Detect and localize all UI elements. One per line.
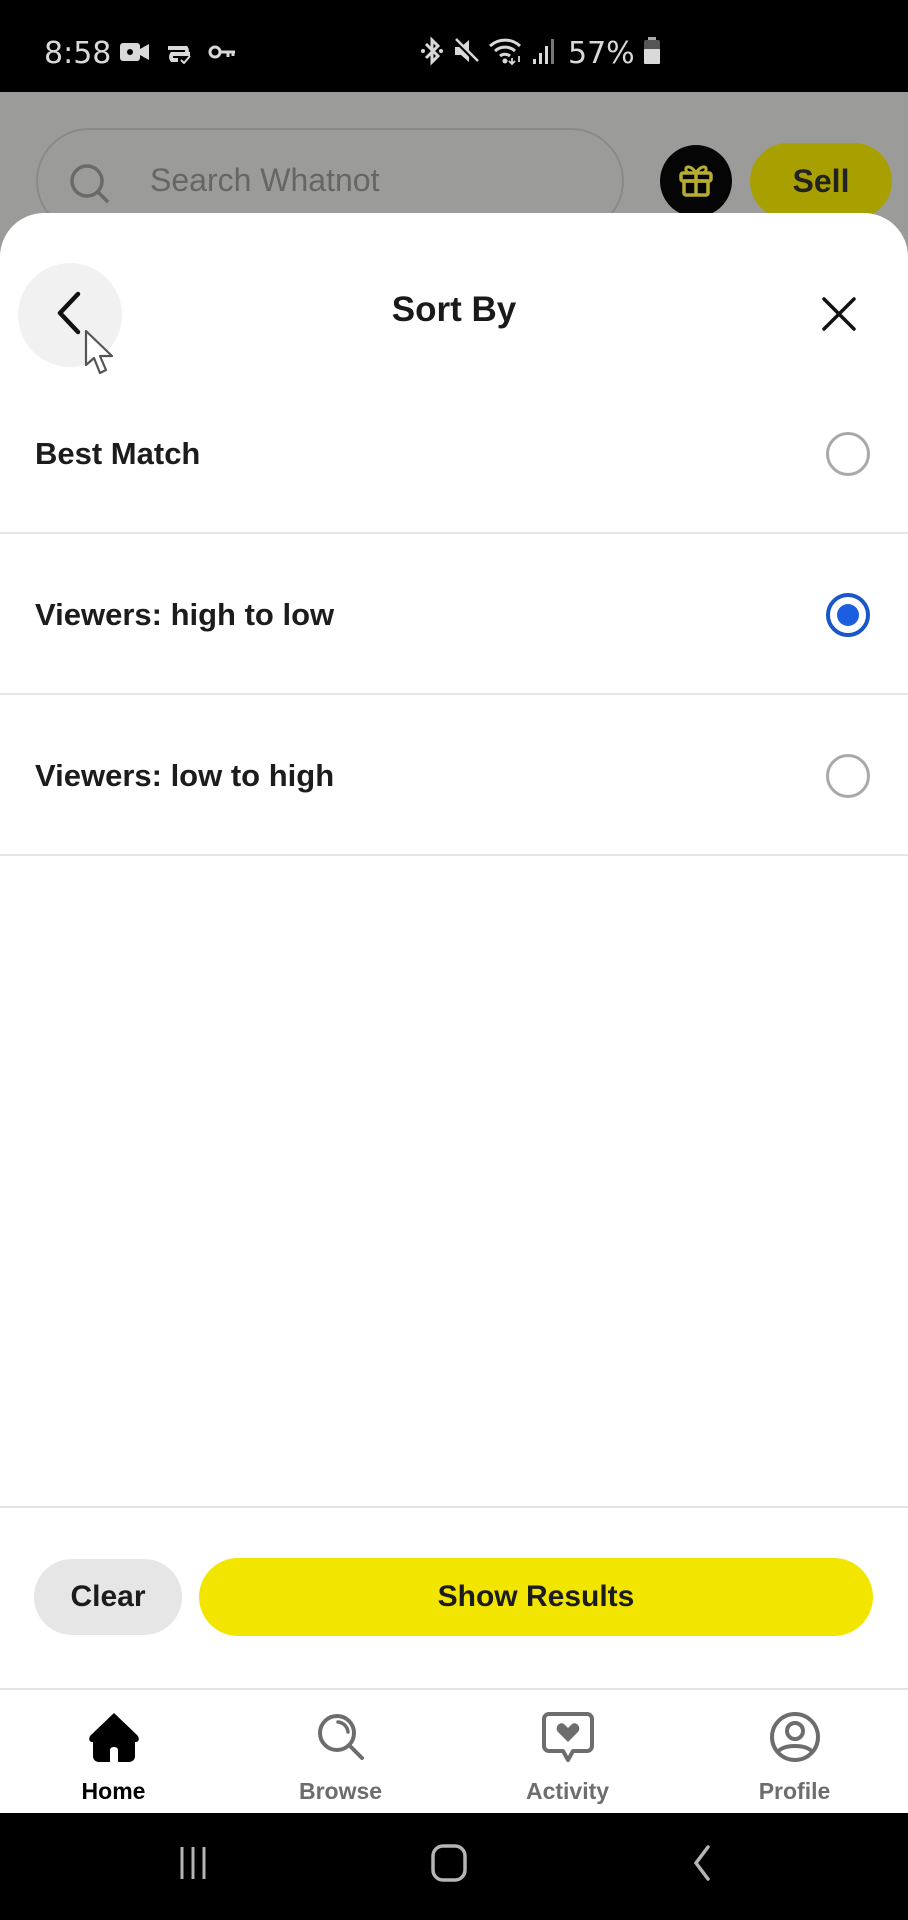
sort-by-sheet: Sort By Best Match Viewers: high to low … <box>0 213 908 1688</box>
profile-icon <box>768 1710 822 1769</box>
tab-home[interactable]: Home <box>0 1690 227 1815</box>
key-icon <box>208 44 236 65</box>
wifi-icon <box>488 36 524 71</box>
radio-button[interactable] <box>826 754 870 798</box>
show-results-button[interactable]: Show Results <box>199 1558 873 1636</box>
clear-button[interactable]: Clear <box>34 1559 182 1635</box>
battery-percent: 57% <box>568 36 635 71</box>
signal-icon <box>532 37 556 70</box>
tab-activity[interactable]: Activity <box>454 1690 681 1815</box>
sort-option-viewers-low-to-high[interactable]: Viewers: low to high <box>0 695 908 856</box>
tab-label: Home <box>81 1778 146 1804</box>
sort-options-list: Best Match Viewers: high to low Viewers:… <box>0 373 908 856</box>
tab-label: Browse <box>298 1778 383 1804</box>
mute-icon <box>452 37 480 70</box>
home-nav-icon[interactable] <box>430 1843 470 1888</box>
radio-button[interactable] <box>826 432 870 476</box>
sort-option-viewers-high-to-low[interactable]: Viewers: high to low <box>0 534 908 695</box>
gift-icon <box>676 159 716 204</box>
radio-button-selected[interactable] <box>826 593 870 637</box>
tab-profile[interactable]: Profile <box>681 1690 908 1815</box>
tab-browse[interactable]: Browse <box>227 1690 454 1815</box>
back-nav-icon[interactable] <box>688 1843 718 1888</box>
sheet-title: Sort By <box>391 290 517 329</box>
option-label: Viewers: low to high <box>35 757 335 793</box>
sort-option-best-match[interactable]: Best Match <box>0 373 908 534</box>
close-icon <box>821 296 857 337</box>
bottom-tab-bar: Home Browse Activity Profile <box>0 1688 908 1813</box>
sell-button[interactable]: Sell <box>750 143 892 219</box>
option-label: Best Match <box>35 435 201 471</box>
tab-label: Activity <box>525 1778 610 1804</box>
video-camera-icon <box>120 41 150 68</box>
bluetooth-icon <box>420 36 444 71</box>
browse-search-icon <box>314 1710 368 1769</box>
tab-label: Profile <box>758 1778 831 1804</box>
vpn-sync-icon <box>164 40 194 69</box>
home-icon <box>85 1710 143 1769</box>
system-navigation-bar <box>0 1813 908 1920</box>
close-button[interactable] <box>812 289 866 343</box>
search-icon <box>68 162 112 211</box>
status-bar: 8:58 57% <box>0 0 908 92</box>
option-label: Viewers: high to low <box>35 596 335 632</box>
status-time: 8:58 <box>44 36 112 71</box>
search-placeholder: Search Whatnot <box>150 162 380 198</box>
battery-icon <box>643 37 661 70</box>
activity-heart-icon <box>541 1710 595 1769</box>
recent-apps-icon[interactable] <box>176 1843 216 1888</box>
gift-button[interactable] <box>660 145 732 217</box>
